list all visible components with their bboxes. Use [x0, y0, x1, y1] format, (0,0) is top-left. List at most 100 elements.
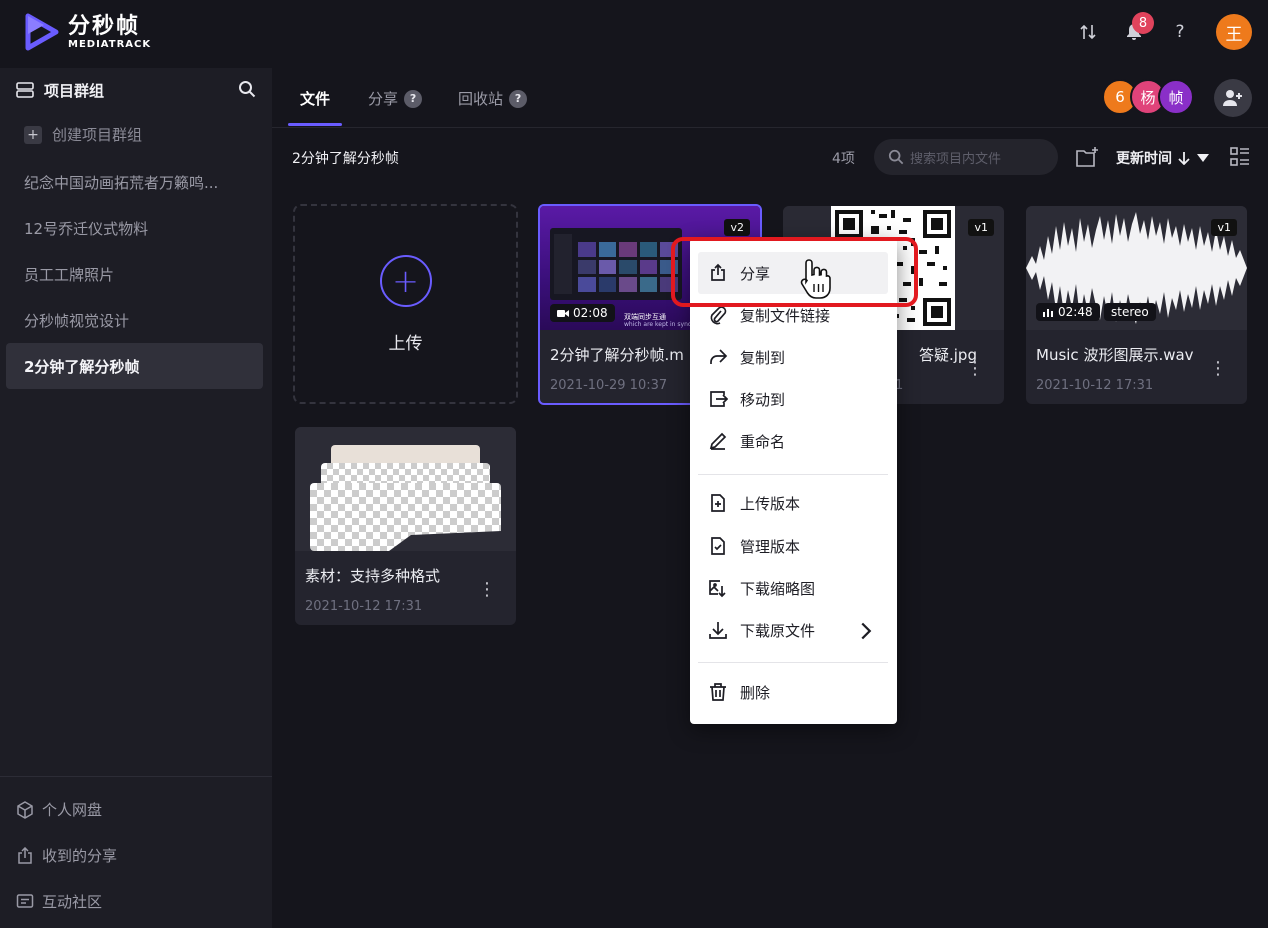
search-input[interactable]: 搜索项目内文件: [874, 139, 1058, 175]
member-avatars[interactable]: 6 杨 帧: [1102, 79, 1194, 115]
duration-badge: 02:48: [1036, 303, 1100, 321]
user-avatar[interactable]: 王: [1216, 14, 1252, 50]
menu-item-label: 上传版本: [740, 494, 801, 513]
link-icon: [710, 306, 727, 325]
arrow-down-icon: [1178, 152, 1190, 165]
menu-item-label: 复制文件链接: [740, 306, 831, 325]
menu-item-delete[interactable]: 删除: [698, 671, 888, 713]
trash-icon: [710, 683, 726, 701]
sidebar-bottom-label: 收到的分享: [42, 847, 118, 865]
menu-item-manage-versions[interactable]: 管理版本: [698, 525, 888, 567]
duration-badge: 02:08: [550, 304, 615, 322]
add-member-button[interactable]: [1214, 79, 1252, 117]
thumb-subcaption: which are kept in sync.: [624, 321, 694, 328]
item-count: 4项: [832, 151, 855, 167]
file-date: 2021-10-12 17:31: [305, 599, 423, 614]
file-name: 2分钟了解分秒帧.m: [550, 346, 684, 364]
sidebar-community[interactable]: 互动社区: [16, 891, 102, 912]
transfer-icon[interactable]: [1078, 22, 1098, 42]
tab-bar: 文件 分享 ? 回收站 ? 6 杨 帧: [272, 68, 1268, 128]
more-menu-icon[interactable]: ⋮: [966, 358, 984, 379]
notification-badge: 8: [1132, 12, 1154, 34]
folder-thumbnail: [295, 427, 516, 551]
version-badge: v1: [1211, 219, 1237, 236]
file-toolbar: 2分钟了解分秒帧 4项 搜索项目内文件 更新时间: [292, 138, 1252, 176]
file-name: Music 波形图展示.wav: [1036, 346, 1194, 364]
chevron-right-icon: [861, 622, 872, 640]
menu-item-download-original[interactable]: 下载原文件: [698, 609, 888, 651]
download-icon: [709, 622, 727, 639]
cube-icon: [17, 800, 33, 819]
hand-cursor-icon: [800, 259, 831, 299]
channel-badge: stereo: [1104, 303, 1156, 321]
menu-item-move-to[interactable]: 移动到: [698, 378, 888, 420]
sidebar-group-item[interactable]: 员工工牌照片: [6, 251, 263, 297]
duration-text: 02:08: [573, 306, 608, 320]
help-icon[interactable]: ?: [1170, 22, 1190, 42]
search-icon[interactable]: [238, 80, 256, 102]
more-menu-icon[interactable]: ⋮: [478, 579, 496, 600]
menu-item-label: 删除: [740, 683, 771, 702]
menu-item-label: 下载缩略图: [740, 579, 816, 598]
sidebar: 项目群组 + 创建项目群组 纪念中国动画拓荒者万籁鸣... 12号乔迁仪式物料 …: [0, 68, 272, 928]
caret-down-icon: [1197, 154, 1209, 162]
help-badge-icon[interactable]: ?: [404, 89, 423, 108]
tab-files[interactable]: 文件: [300, 88, 330, 109]
menu-divider: [698, 474, 888, 475]
new-folder-icon[interactable]: [1076, 146, 1100, 172]
list-view-icon[interactable]: [1230, 147, 1250, 171]
help-badge-icon[interactable]: ?: [509, 89, 528, 108]
menu-item-copy-to[interactable]: 复制到: [698, 336, 888, 378]
breadcrumb: 2分钟了解分秒帧: [292, 151, 399, 167]
channel-text: stereo: [1111, 305, 1149, 319]
sidebar-bottom-label: 互动社区: [42, 893, 103, 911]
sidebar-group-item[interactable]: 纪念中国动画拓荒者万籁鸣...: [6, 159, 263, 205]
sidebar-header: 项目群组: [16, 80, 256, 100]
bell-icon[interactable]: 8: [1124, 12, 1154, 42]
sidebar-personal-drive[interactable]: 个人网盘: [16, 799, 102, 820]
logo-mark-icon: [25, 13, 59, 51]
tab-share[interactable]: 分享 ?: [368, 88, 423, 109]
tab-label: 分享: [368, 90, 399, 108]
image-download-icon: [709, 580, 726, 598]
tab-trash[interactable]: 回收站 ?: [458, 88, 528, 109]
upload-card[interactable]: + 上传: [293, 204, 518, 404]
move-icon: [710, 391, 728, 407]
pencil-icon: [709, 432, 727, 450]
plus-icon: +: [24, 125, 42, 144]
duration-text: 02:48: [1058, 305, 1093, 319]
sidebar-divider: [0, 776, 272, 777]
tab-label: 文件: [300, 90, 331, 108]
logo[interactable]: 分秒帧 MEDIATRACK: [24, 12, 151, 52]
sidebar-group-item[interactable]: 12号乔迁仪式物料: [6, 205, 263, 251]
file-date: 2021-10-12 17:31: [1036, 378, 1154, 393]
file-card-folder[interactable]: 素材：支持多种格式 2021-10-12 17:31 ⋮: [295, 427, 516, 625]
search-icon: [888, 149, 904, 165]
sidebar-title: 项目群组: [44, 81, 105, 100]
more-menu-icon[interactable]: ⋮: [1209, 358, 1227, 379]
version-badge: v2: [724, 219, 750, 236]
version-badge: v1: [968, 219, 994, 236]
upload-label: 上传: [388, 333, 423, 354]
logo-subtext: MEDIATRACK: [68, 38, 152, 50]
member-avatar[interactable]: 帧: [1158, 79, 1194, 115]
menu-item-label: 下载原文件: [740, 621, 816, 640]
logo-text: 分秒帧: [68, 13, 141, 39]
sidebar-group-item-active[interactable]: 2分钟了解分秒帧: [6, 343, 263, 389]
group-list-icon: [16, 82, 34, 98]
file-card-audio[interactable]: v1 02:48 stereo Music 波形图展示.wav 2021-10-…: [1026, 206, 1247, 404]
tab-active-indicator: [288, 123, 342, 126]
video-camera-icon: [557, 309, 569, 317]
menu-divider: [698, 662, 888, 663]
menu-item-rename[interactable]: 重命名: [698, 420, 888, 462]
annotation-highlight-box: [671, 237, 918, 307]
create-group-button[interactable]: + 创建项目群组: [24, 124, 142, 145]
sidebar-group-item[interactable]: 分秒帧视觉设计: [6, 297, 263, 343]
sort-dropdown[interactable]: 更新时间: [1116, 148, 1210, 168]
sidebar-received-shares[interactable]: 收到的分享: [16, 845, 117, 866]
sort-label: 更新时间: [1116, 151, 1172, 167]
add-user-icon: [1223, 90, 1242, 106]
menu-item-upload-version[interactable]: 上传版本: [698, 482, 888, 524]
menu-item-download-thumbnail[interactable]: 下载缩略图: [698, 567, 888, 609]
tab-label: 回收站: [458, 90, 504, 108]
